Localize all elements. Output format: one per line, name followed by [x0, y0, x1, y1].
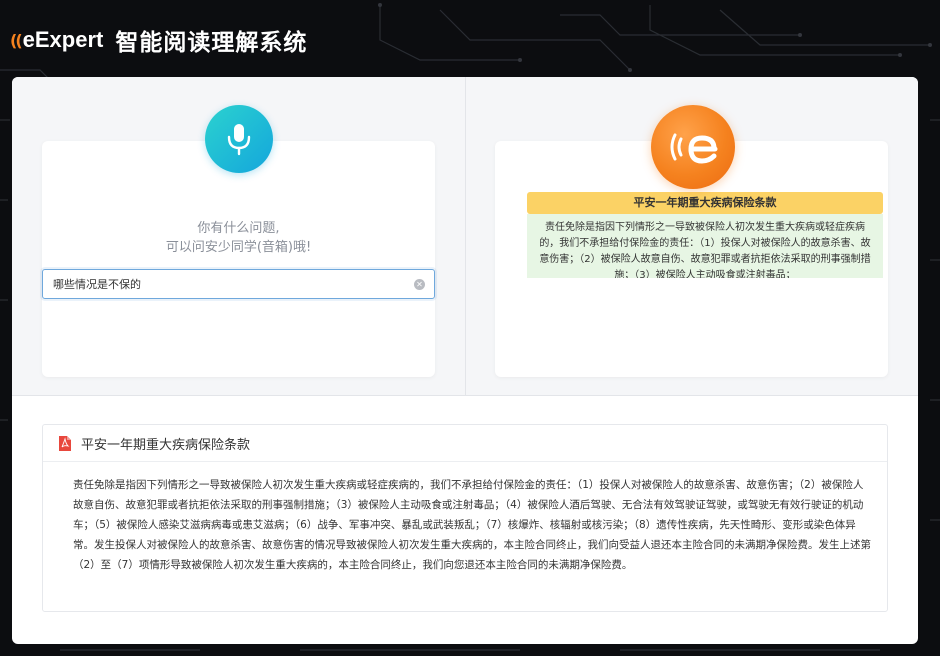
pdf-file-icon — [59, 435, 71, 451]
eexpert-logo: (( eExpert — [10, 27, 103, 53]
app-title: 智能阅读理解系统 — [115, 30, 308, 56]
main-card: 你有什么问题, 可以问安少同学(音箱)哦! ✕ 平安一年期重大疾病保险条款 责任… — [12, 77, 918, 644]
answer-clause-excerpt: 责任免除是指因下列情形之一导致被保险人初次发生重大疾病或轻症疾病的，我们不承担给… — [527, 214, 883, 278]
assistant-avatar — [651, 105, 735, 189]
answer-clause-title: 平安一年期重大疾病保险条款 — [527, 192, 883, 214]
section-divider — [12, 395, 918, 396]
microphone-button[interactable] — [205, 105, 273, 173]
microphone-icon — [227, 124, 251, 156]
document-header: 平安一年期重大疾病保险条款 — [43, 425, 887, 462]
document-title: 平安一年期重大疾病保险条款 — [81, 437, 251, 453]
signal-waves-icon: (( — [10, 30, 23, 50]
prompt-line-2: 可以问安少同学(音箱)哦! — [165, 240, 312, 255]
question-input[interactable] — [53, 277, 393, 291]
app-header: (( eExpert 智能阅读理解系统 — [10, 20, 307, 60]
logo-text: eExpert — [22, 27, 104, 52]
eexpert-e-icon — [670, 133, 718, 164]
document-card: 平安一年期重大疾病保险条款 责任免除是指因下列情形之一导致被保险人初次发生重大疾… — [42, 424, 888, 612]
prompt-line-1: 你有什么问题, — [197, 221, 280, 236]
document-body: 责任免除是指因下列情形之一导致被保险人初次发生重大疾病或轻症疾病的，我们不承担给… — [73, 479, 871, 571]
panel-divider — [465, 77, 466, 395]
qa-area: 你有什么问题, 可以问安少同学(音箱)哦! ✕ 平安一年期重大疾病保险条款 责任… — [12, 77, 918, 395]
clear-icon[interactable]: ✕ — [414, 279, 425, 290]
question-input-box[interactable]: ✕ — [42, 269, 435, 299]
question-panel: 你有什么问题, 可以问安少同学(音箱)哦! ✕ — [42, 141, 435, 377]
